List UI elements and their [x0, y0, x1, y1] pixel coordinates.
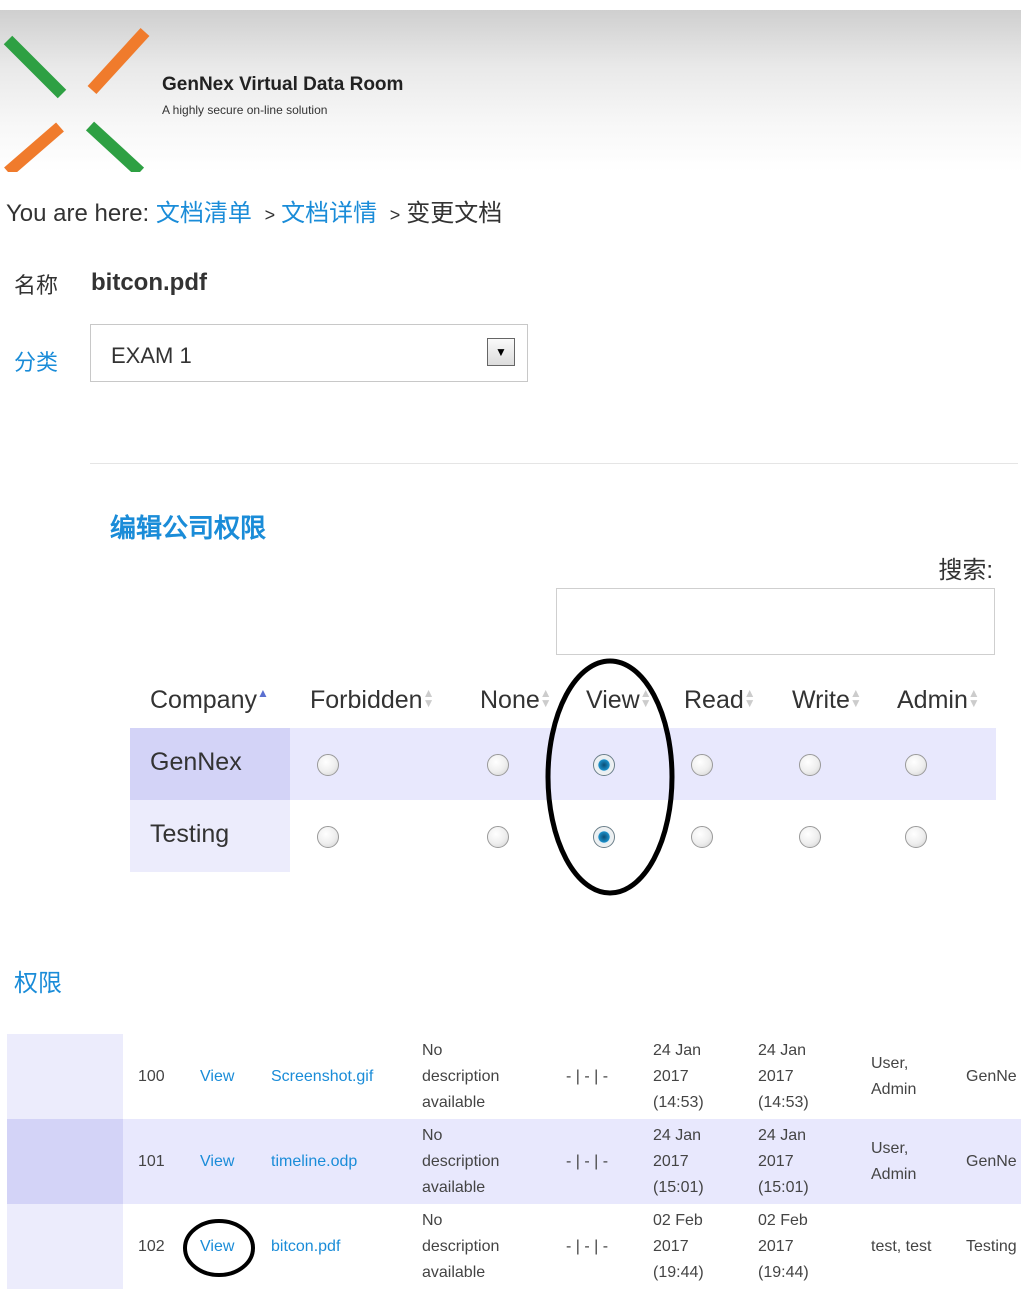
brand-subtitle: A highly secure on-line solution	[162, 103, 328, 117]
chevron-down-icon[interactable]: ▼	[487, 338, 515, 366]
sort-icon: ▲ ▼	[967, 686, 980, 710]
sort-icon: ▲ ▼	[539, 686, 552, 710]
view-link[interactable]: View	[200, 1064, 234, 1090]
user: test, test	[871, 1238, 932, 1255]
doc-id: 102	[138, 1238, 165, 1255]
company-cell: GenNex	[130, 728, 290, 800]
breadcrumb-current: 变更文档	[406, 200, 503, 227]
radio-write[interactable]	[799, 754, 821, 776]
breadcrumb-separator: >	[389, 205, 401, 225]
created-date: 24 Jan 2017 (14:53)	[653, 1042, 704, 1111]
category-select[interactable]: EXAM 1 ▼	[90, 324, 528, 382]
column-header-view[interactable]: View ▲ ▼	[586, 686, 652, 715]
brand-title: GenNex Virtual Data Room	[162, 74, 404, 95]
sort-icon: ▲ ▼	[743, 686, 756, 710]
search-input[interactable]	[556, 588, 995, 655]
radio-write[interactable]	[799, 826, 821, 848]
radio-view[interactable]	[593, 754, 615, 776]
radio-read[interactable]	[691, 754, 713, 776]
company: GenNe	[966, 1153, 1017, 1170]
divider	[90, 463, 1018, 464]
company: GenNe	[966, 1068, 1017, 1085]
file-link[interactable]: Screenshot.gif	[271, 1064, 373, 1090]
company: Testing	[966, 1238, 1017, 1255]
file-link[interactable]: bitcon.pdf	[271, 1234, 340, 1260]
company-name: GenNex	[150, 748, 242, 776]
breadcrumb-link-document-detail[interactable]: 文档详情	[281, 200, 377, 227]
search-label: 搜索:	[938, 557, 993, 584]
sort-icon: ▲ ▼	[849, 686, 862, 710]
modified-date: 02 Feb 2017 (19:44)	[758, 1212, 809, 1281]
radio-forbidden[interactable]	[317, 826, 339, 848]
column-header-company[interactable]: Company ▲	[150, 686, 269, 715]
row-marker-cell	[7, 1034, 123, 1119]
doc-id: 100	[138, 1068, 165, 1085]
category-selected-value: EXAM 1	[111, 343, 192, 368]
radio-none[interactable]	[487, 826, 509, 848]
permissions-title: 权限	[14, 970, 62, 997]
company-permissions-title: 编辑公司权限	[110, 513, 267, 543]
radio-admin[interactable]	[905, 754, 927, 776]
column-header-read[interactable]: Read ▲ ▼	[684, 686, 756, 715]
table-row: Testing	[130, 800, 996, 872]
breadcrumb-prefix: You are here:	[6, 200, 150, 227]
flags: - | - | -	[566, 1238, 609, 1255]
row-marker-cell	[7, 1119, 123, 1204]
documents-table: 100 View Screenshot.gif No description ava…	[7, 1034, 1021, 1289]
sort-icon: ▲ ▼	[422, 686, 435, 710]
breadcrumb-link-document-list[interactable]: 文档清单	[156, 200, 252, 227]
modified-date: 24 Jan 2017 (14:53)	[758, 1042, 809, 1111]
column-header-none[interactable]: None ▲ ▼	[480, 686, 552, 715]
document-name: bitcon.pdf	[91, 269, 207, 296]
description: No description available	[422, 1127, 500, 1196]
column-header-forbidden[interactable]: Forbidden ▲ ▼	[310, 686, 434, 715]
table-row: 102 View bitcon.pdf No description availab…	[7, 1204, 1021, 1289]
column-header-admin[interactable]: Admin ▲ ▼	[897, 686, 980, 715]
name-label: 名称	[14, 273, 59, 298]
flags: - | - | -	[566, 1068, 609, 1085]
category-label: 分类	[14, 350, 59, 375]
description: No description available	[422, 1042, 500, 1111]
view-link[interactable]: View	[200, 1234, 234, 1260]
created-date: 24 Jan 2017 (15:01)	[653, 1127, 704, 1196]
modified-date: 24 Jan 2017 (15:01)	[758, 1127, 809, 1196]
row-marker-cell	[7, 1204, 123, 1289]
company-cell: Testing	[130, 800, 290, 872]
user: User, Admin	[871, 1140, 917, 1183]
radio-admin[interactable]	[905, 826, 927, 848]
created-date: 02 Feb 2017 (19:44)	[653, 1212, 704, 1281]
user: User, Admin	[871, 1055, 917, 1098]
breadcrumb-separator: >	[264, 205, 276, 225]
radio-view[interactable]	[593, 826, 615, 848]
table-row: GenNex	[130, 728, 996, 800]
view-link[interactable]: View	[200, 1149, 234, 1175]
file-link[interactable]: timeline.odp	[271, 1149, 357, 1175]
table-row: 101 View timeline.odp No description avail…	[7, 1119, 1021, 1204]
flags: - | - | -	[566, 1153, 609, 1170]
breadcrumb: You are here: 文档清单 > 文档详情 > 变更文档	[6, 193, 502, 228]
doc-id: 101	[138, 1153, 165, 1170]
gennex-logo-icon	[3, 27, 150, 172]
table-header: Company ▲ Forbidden ▲ ▼ None ▲ ▼ View ▲ ▼ Read ▲…	[130, 670, 996, 728]
radio-none[interactable]	[487, 754, 509, 776]
company-name: Testing	[150, 820, 230, 848]
sort-asc-icon: ▲	[257, 686, 269, 700]
description: No description available	[422, 1212, 500, 1281]
radio-read[interactable]	[691, 826, 713, 848]
sort-icon: ▲ ▼	[639, 686, 652, 710]
radio-forbidden[interactable]	[317, 754, 339, 776]
column-header-write[interactable]: Write ▲ ▼	[792, 686, 862, 715]
company-permissions-table: Company ▲ Forbidden ▲ ▼ None ▲ ▼ View ▲ ▼ Read ▲…	[130, 670, 996, 872]
table-row: 100 View Screenshot.gif No description ava…	[7, 1034, 1021, 1119]
header: GenNex Virtual Data Room A highly secure…	[0, 10, 1021, 172]
